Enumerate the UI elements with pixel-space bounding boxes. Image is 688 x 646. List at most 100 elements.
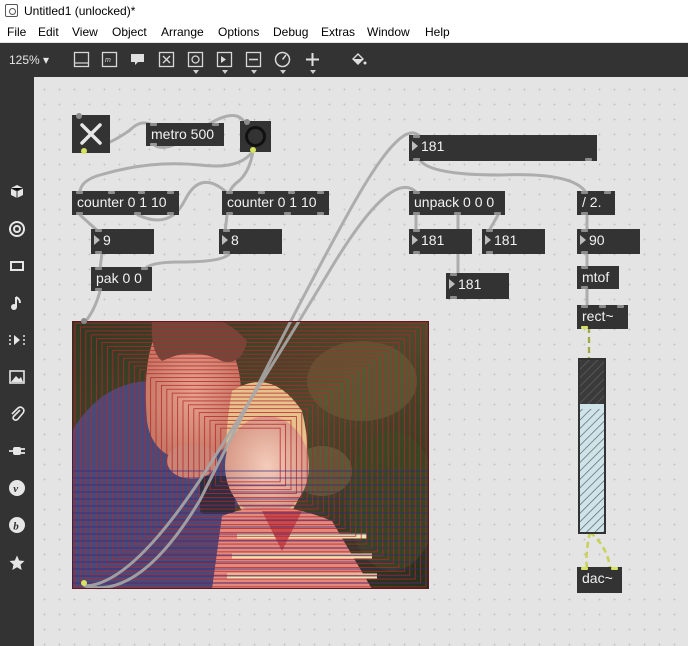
- plug-icon[interactable]: [8, 442, 26, 460]
- inlet[interactable]: [226, 191, 233, 194]
- vizzie-icon[interactable]: v: [8, 479, 26, 497]
- menu-debug[interactable]: Debug: [273, 25, 308, 39]
- outlet[interactable]: [250, 147, 256, 153]
- outlet[interactable]: [150, 143, 157, 146]
- outlet[interactable]: [95, 251, 102, 254]
- number-frequency-box[interactable]: 90: [577, 229, 640, 254]
- inlet[interactable]: [258, 191, 265, 194]
- inlet[interactable]: [212, 123, 219, 126]
- attachment-icon[interactable]: [8, 405, 26, 423]
- outlet[interactable]: [81, 148, 87, 154]
- inlet[interactable]: [617, 305, 624, 308]
- dial-caret-icon[interactable]: [280, 70, 286, 74]
- outlet[interactable]: [413, 158, 420, 161]
- outlet[interactable]: [581, 286, 588, 289]
- outlet[interactable]: [450, 296, 457, 299]
- inlet[interactable]: [599, 305, 606, 308]
- slider-icon[interactable]: [245, 51, 262, 68]
- menu-window[interactable]: Window: [367, 25, 410, 39]
- inlet[interactable]: [581, 229, 588, 232]
- counter-a-object[interactable]: counter 0 1 10: [72, 191, 179, 215]
- number-caret-icon[interactable]: [222, 70, 228, 74]
- number-r-box[interactable]: 181: [409, 229, 472, 254]
- dac-tilde-object[interactable]: dac~: [577, 567, 622, 593]
- media-icon[interactable]: [8, 257, 26, 275]
- inlet[interactable]: [95, 229, 102, 232]
- number-icon[interactable]: [216, 51, 233, 68]
- outlet[interactable]: [486, 251, 493, 254]
- inlet[interactable]: [604, 191, 611, 194]
- inlet[interactable]: [317, 191, 324, 194]
- metro-object[interactable]: metro 500: [146, 123, 224, 146]
- inlet[interactable]: [141, 267, 148, 270]
- inlet[interactable]: [138, 191, 145, 194]
- menu-view[interactable]: View: [72, 25, 98, 39]
- zoom-level[interactable]: 125% ▾: [9, 53, 49, 67]
- inlet[interactable]: [76, 113, 82, 119]
- outlet[interactable]: [76, 212, 83, 215]
- presentation-icon[interactable]: [73, 51, 90, 68]
- display-outlet[interactable]: [81, 580, 87, 586]
- outlet[interactable]: [581, 251, 588, 254]
- inlet[interactable]: [76, 191, 83, 194]
- outlet[interactable]: [317, 212, 324, 215]
- menu-object[interactable]: Object: [112, 25, 147, 39]
- inlet[interactable]: [581, 305, 588, 308]
- beap-icon[interactable]: b: [8, 516, 26, 534]
- number-g-box[interactable]: 181: [446, 273, 509, 299]
- add-icon[interactable]: [304, 51, 321, 68]
- inlet[interactable]: [450, 273, 457, 276]
- inlet[interactable]: [413, 229, 420, 232]
- inlet[interactable]: [223, 229, 230, 232]
- outlet[interactable]: [284, 212, 291, 215]
- outlet[interactable]: [226, 212, 233, 215]
- menu-arrange[interactable]: Arrange: [161, 25, 204, 39]
- menu-extras[interactable]: Extras: [321, 25, 355, 39]
- divide-object[interactable]: / 2.: [577, 191, 615, 215]
- inlet[interactable]: [581, 191, 588, 194]
- signal-meter[interactable]: [578, 358, 606, 534]
- sequence-icon[interactable]: [8, 331, 26, 349]
- pak-object[interactable]: pak 0 0: [91, 267, 152, 291]
- button-icon[interactable]: [187, 51, 204, 68]
- outlet[interactable]: [134, 212, 141, 215]
- inlet[interactable]: [244, 119, 250, 125]
- rect-tilde-object[interactable]: rect~: [577, 305, 628, 329]
- music-note-icon[interactable]: [8, 294, 26, 312]
- number-b-box[interactable]: 8: [219, 229, 282, 254]
- menu-edit[interactable]: Edit: [38, 25, 59, 39]
- inlet[interactable]: [288, 191, 295, 194]
- outlet[interactable]: [167, 212, 174, 215]
- inlet[interactable]: [413, 135, 420, 138]
- number-b2-box[interactable]: 181: [482, 229, 545, 254]
- number-top-box[interactable]: 181: [409, 135, 597, 161]
- toggle-icon[interactable]: [158, 51, 175, 68]
- outlet[interactable]: [581, 212, 588, 215]
- add-caret-icon[interactable]: [310, 70, 316, 74]
- unpack-object[interactable]: unpack 0 0 0: [409, 191, 505, 215]
- inlet[interactable]: [413, 191, 420, 194]
- outlet[interactable]: [223, 251, 230, 254]
- video-display[interactable]: [72, 321, 429, 589]
- inlet[interactable]: [150, 123, 157, 126]
- outlet[interactable]: [581, 326, 588, 329]
- image-icon[interactable]: [8, 368, 26, 386]
- inlet[interactable]: [611, 567, 618, 570]
- dial-icon[interactable]: [274, 51, 291, 68]
- object-browser-icon[interactable]: [8, 183, 26, 201]
- menu-options[interactable]: Options: [218, 25, 259, 39]
- paint-bucket-icon[interactable]: [350, 51, 367, 68]
- outlet[interactable]: [95, 288, 102, 291]
- toggle-object[interactable]: [72, 113, 110, 154]
- button-caret-icon[interactable]: [193, 70, 199, 74]
- slider-caret-icon[interactable]: [251, 70, 257, 74]
- number-a-box[interactable]: 9: [91, 229, 154, 254]
- message-icon[interactable]: [129, 51, 146, 68]
- outlet[interactable]: [413, 212, 420, 215]
- outlet[interactable]: [413, 251, 420, 254]
- bang-object[interactable]: [240, 119, 271, 153]
- favorites-star-icon[interactable]: [8, 554, 26, 572]
- inlet[interactable]: [581, 567, 588, 570]
- inlet[interactable]: [167, 191, 174, 194]
- mtof-object[interactable]: mtof: [577, 266, 619, 289]
